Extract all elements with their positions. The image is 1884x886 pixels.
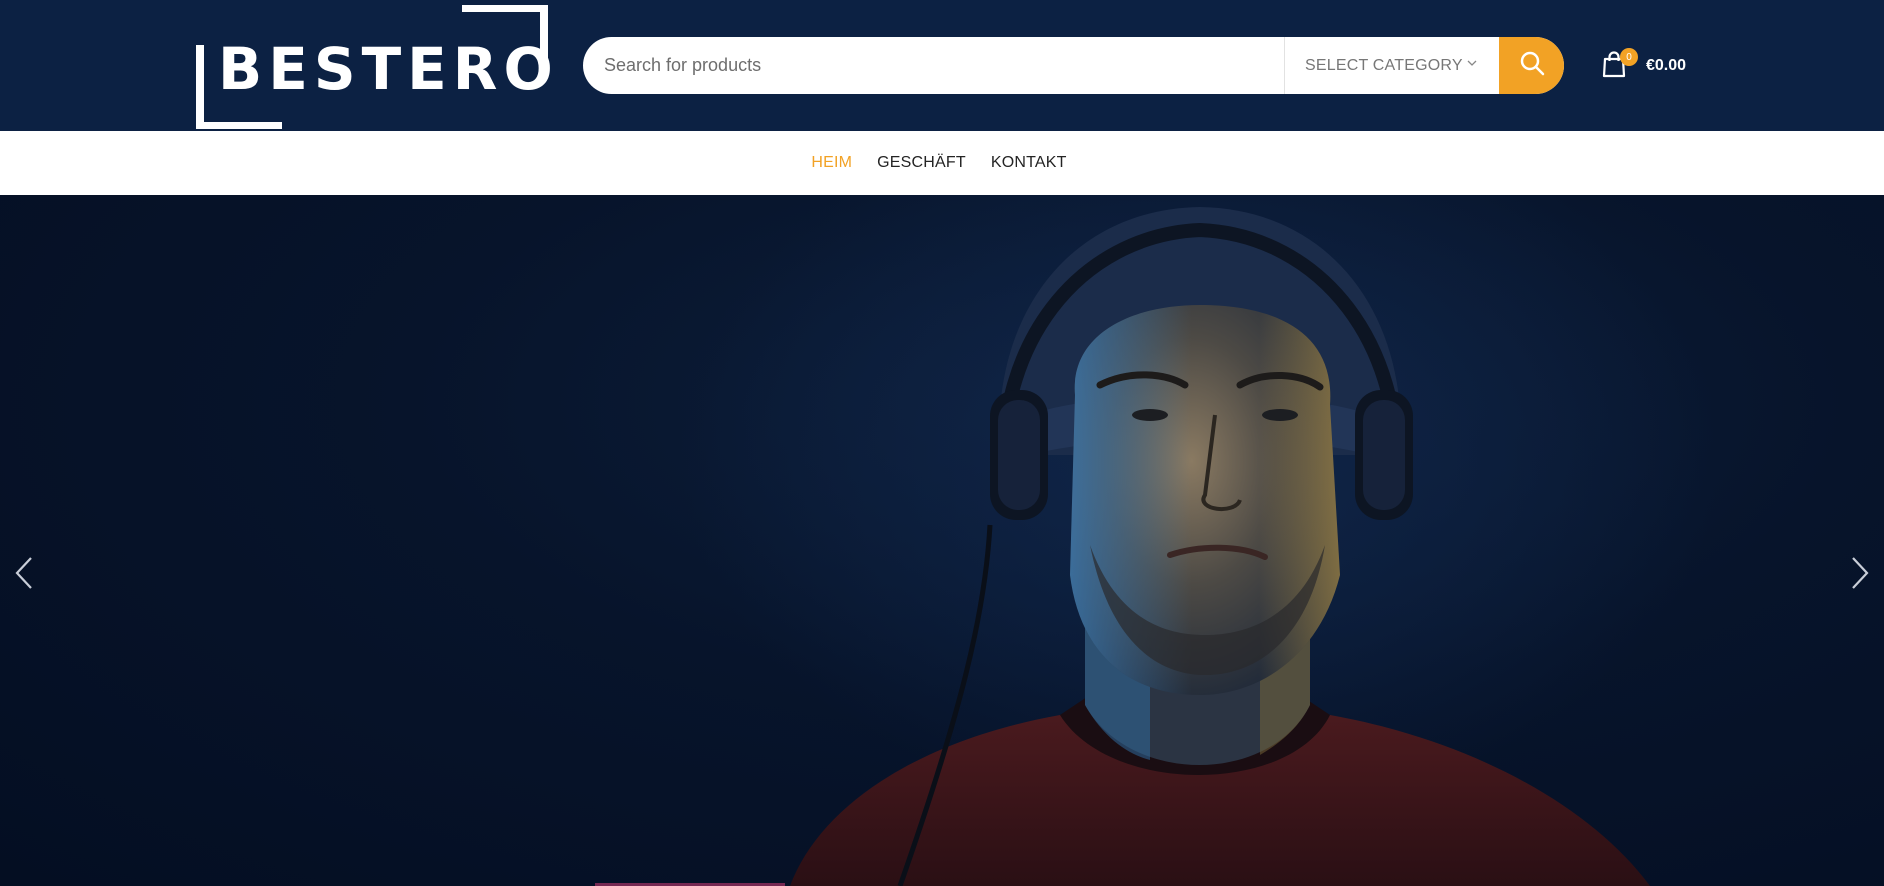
slider-next-button[interactable] bbox=[1845, 553, 1875, 593]
logo[interactable]: BESTERO bbox=[196, 5, 553, 129]
nav-item-geschaeft[interactable]: GESCHÄFT bbox=[877, 154, 966, 172]
site-header: BESTERO SELECT CATEGORY 0 €0.00 bbox=[0, 0, 1884, 131]
category-select-label: SELECT CATEGORY bbox=[1305, 56, 1463, 74]
search-icon bbox=[1519, 50, 1545, 81]
hero-image bbox=[595, 195, 1720, 886]
main-navigation: HEIM GESCHÄFT KONTAKT bbox=[0, 131, 1884, 195]
search-bar: SELECT CATEGORY bbox=[583, 37, 1564, 94]
search-button[interactable] bbox=[1499, 37, 1564, 94]
nav-item-kontakt[interactable]: KONTAKT bbox=[991, 154, 1067, 172]
nav-item-heim[interactable]: HEIM bbox=[811, 154, 852, 172]
search-input[interactable] bbox=[583, 37, 1284, 94]
cart-count-badge: 0 bbox=[1620, 48, 1638, 66]
chevron-right-icon bbox=[1845, 557, 1875, 597]
cart-amount: €0.00 bbox=[1646, 57, 1687, 74]
chevron-down-icon bbox=[1466, 56, 1478, 72]
chevron-left-icon bbox=[9, 557, 39, 597]
cart-widget[interactable]: 0 €0.00 bbox=[1601, 48, 1691, 84]
category-select[interactable]: SELECT CATEGORY bbox=[1284, 37, 1500, 94]
slider-prev-button[interactable] bbox=[9, 553, 39, 593]
logo-text: BESTERO bbox=[218, 35, 559, 103]
hero-slider bbox=[0, 195, 1884, 886]
